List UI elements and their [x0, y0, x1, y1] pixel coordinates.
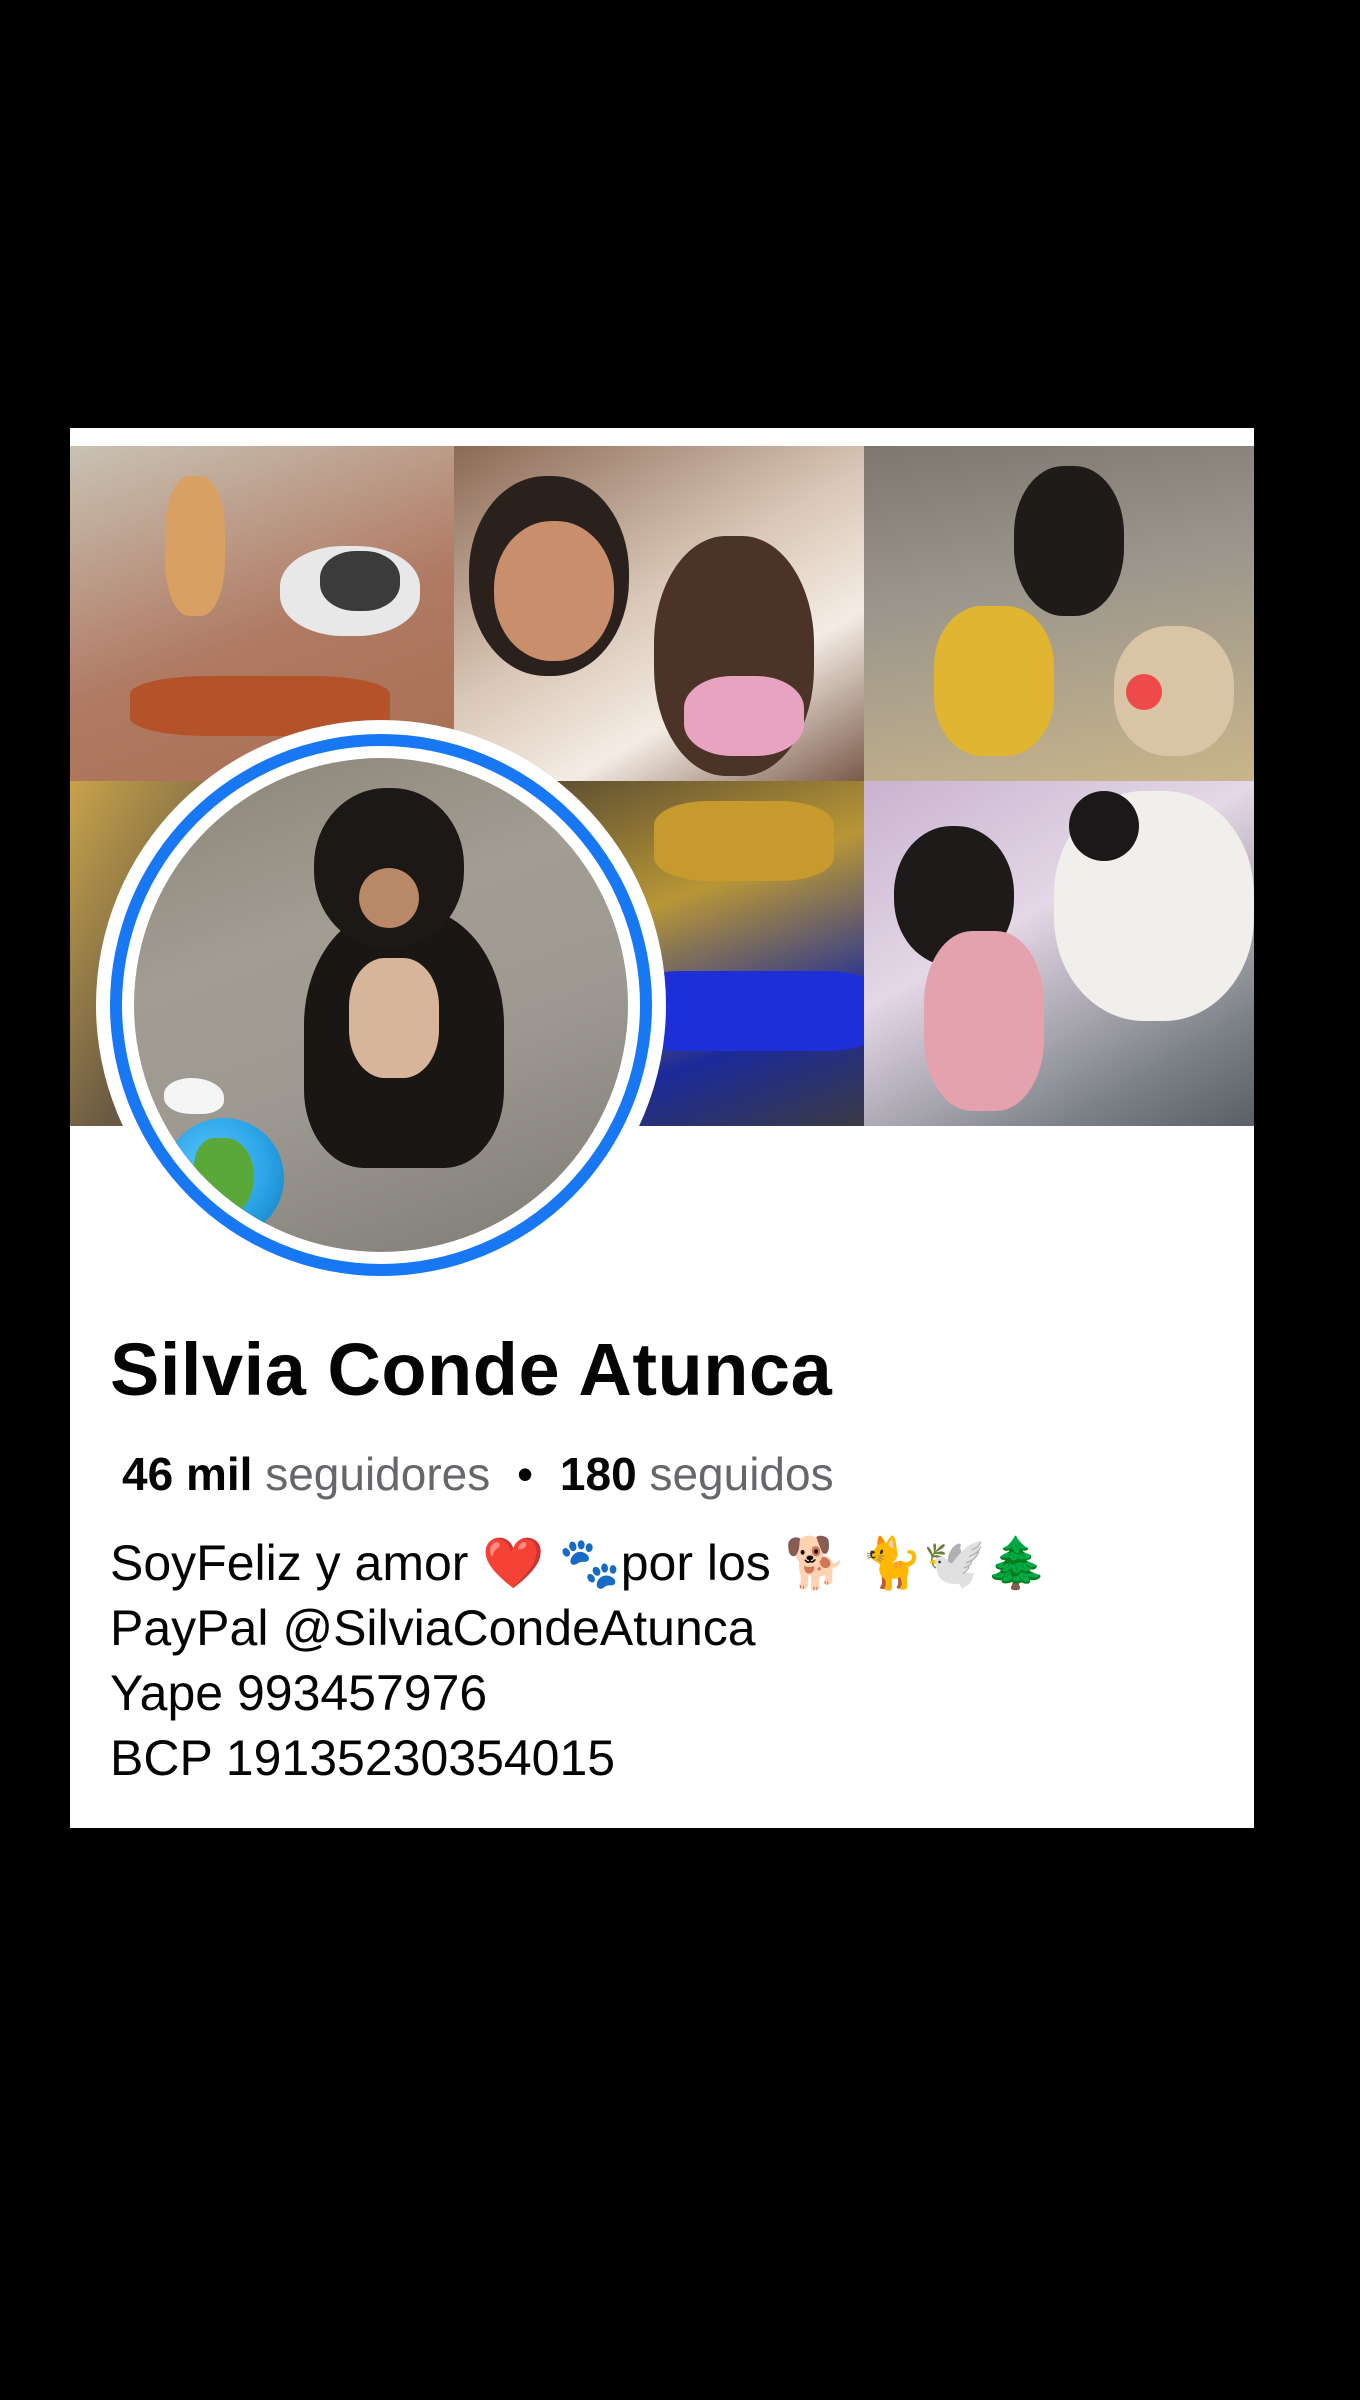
followers-count[interactable]: 46 mil [122, 1448, 252, 1500]
stats-separator: • [517, 1448, 534, 1500]
profile-card: Silvia Conde Atunca 46 mil seguidores • … [70, 428, 1254, 1828]
cover-photo-girl-with-dogs [864, 781, 1254, 1126]
bio-line-yape: Yape 993457976 [110, 1665, 488, 1721]
avatar [134, 758, 628, 1252]
dove-icon [164, 1078, 224, 1114]
following-count[interactable]: 180 [560, 1448, 637, 1500]
profile-bio: SoyFeliz y amor ❤️ 🐾por los 🐕 🐈🕊️🌲 PayPa… [110, 1531, 1048, 1791]
cover-photo-woman-with-dog [454, 446, 864, 781]
bio-line-paypal: PayPal @SilviaCondeAtunca [110, 1600, 756, 1656]
bio-line-bcp: BCP 19135230354015 [110, 1730, 616, 1786]
story-ring [110, 734, 652, 1276]
profile-name: Silvia Conde Atunca [110, 1328, 833, 1411]
profile-stats: 46 mil seguidores • 180 seguidos [122, 1451, 834, 1497]
profile-picture[interactable] [96, 720, 666, 1290]
bio-line-intro: SoyFeliz y amor ❤️ 🐾por los 🐕 🐈🕊️🌲 [110, 1535, 1048, 1591]
following-label[interactable]: seguidos [649, 1448, 833, 1500]
cover-photo-dogs-walk [864, 446, 1254, 781]
followers-label[interactable]: seguidores [265, 1448, 490, 1500]
